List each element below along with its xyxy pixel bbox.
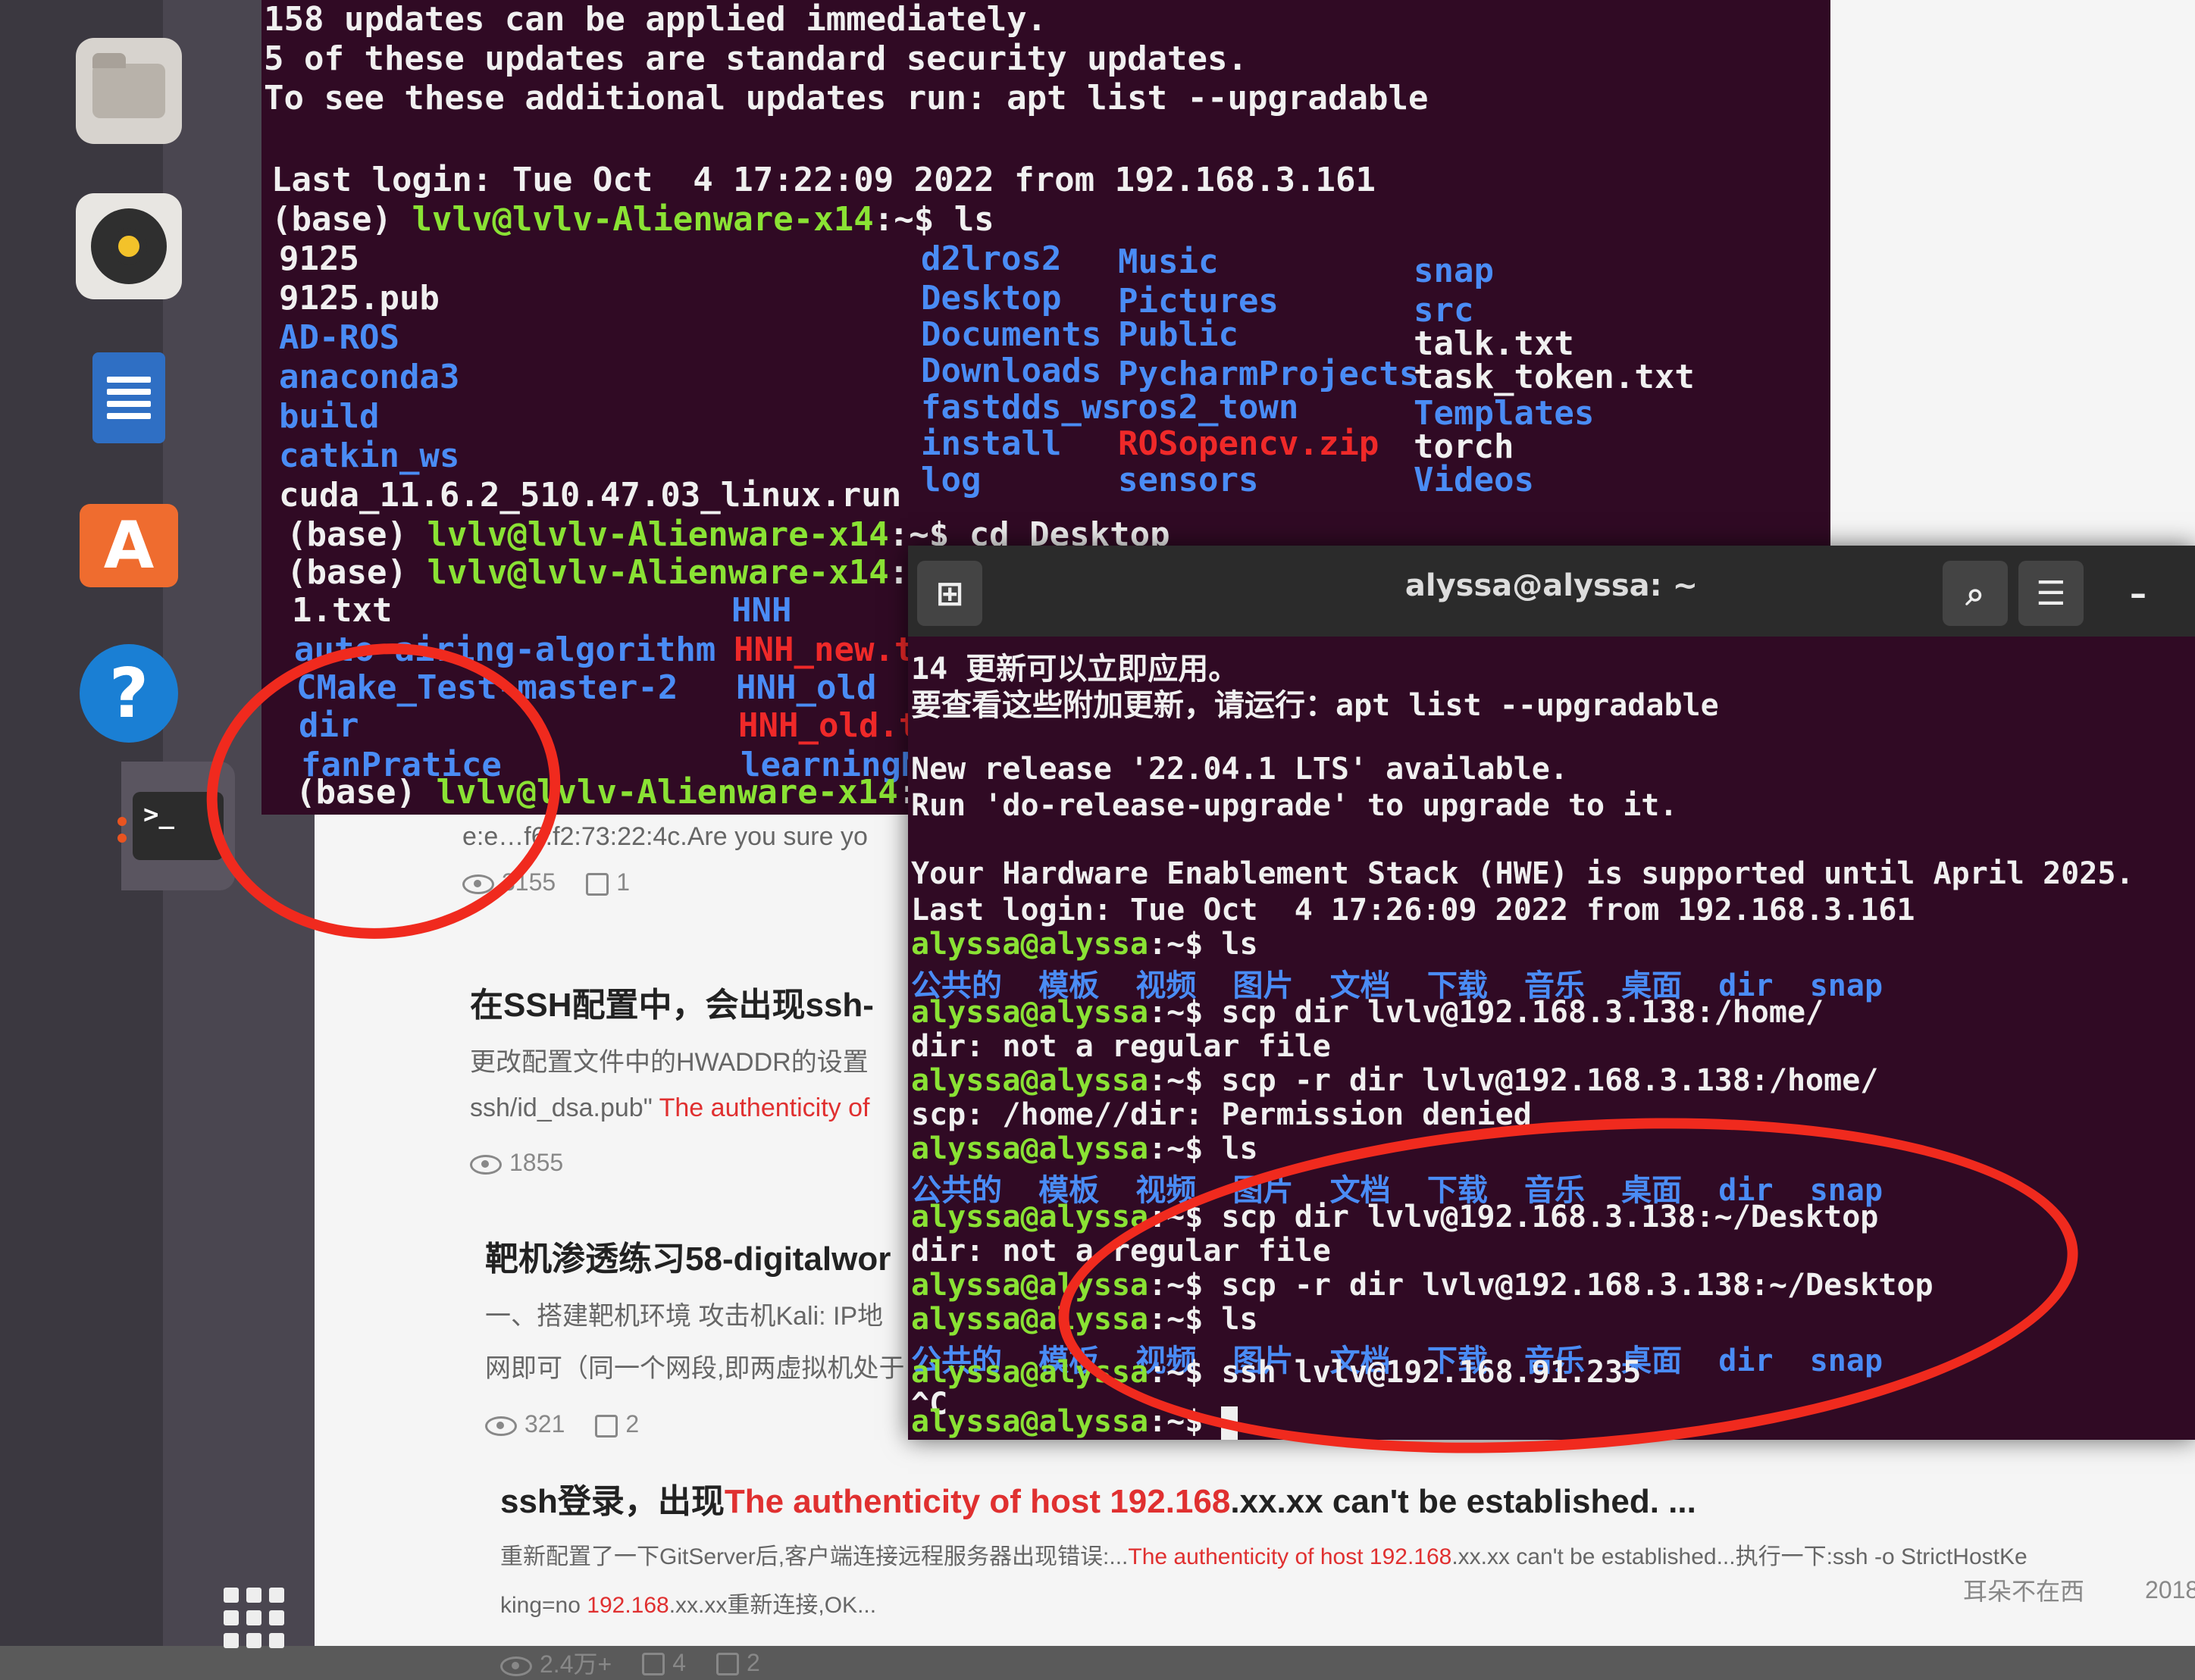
ls-entry: AD-ROS (279, 318, 399, 357)
comment-icon (715, 1653, 739, 1676)
files-icon[interactable] (76, 38, 182, 144)
terminal-line: Last login: Tue Oct 4 17:26:09 2022 from… (911, 893, 1915, 928)
terminal-line: alyssa@alyssa:~$ scp -r dir lvlv@192.168… (911, 1063, 1879, 1098)
ls-entry: d2lros2 (921, 239, 1062, 278)
minimize-icon: – (2130, 574, 2146, 613)
ls-entry: HNH_old (736, 668, 877, 707)
ls-entry: Downloads (921, 352, 1102, 390)
ls-entry: log (921, 461, 982, 499)
ls-entry: fastdds_ws (921, 388, 1122, 427)
ls-entry: install (921, 424, 1062, 463)
menu-button[interactable]: ☰ (2018, 561, 2084, 626)
search-button[interactable]: ⌕ (1943, 561, 2008, 626)
terminal-line: alyssa@alyssa:~$ ls (911, 1131, 1258, 1166)
prompt-line: (base) lvlv@lvlv-Alienware-x14:~$ ls (271, 200, 994, 239)
minimize-button[interactable]: – (2106, 561, 2171, 626)
prompt-line: (base) lvlv@lvlv-Alienware-x14:~ (287, 553, 929, 592)
thumbs-up-icon (642, 1653, 665, 1676)
comment-count[interactable]: 2 (715, 1649, 760, 1677)
help-icon[interactable]: ? (76, 640, 182, 746)
terminal-line: Your Hardware Enablement Stack (HWE) is … (911, 856, 2134, 891)
ls-entry: catkin_ws (279, 436, 460, 475)
terminal-titlebar[interactable]: ⊞ alyssa@alyssa: ~ ⌕ ☰ – (908, 546, 2195, 637)
ls-entry: Desktop (921, 279, 1062, 318)
search-icon: ⌕ (1965, 574, 1985, 613)
terminal-line: alyssa@alyssa:~$ ls (911, 927, 1258, 962)
view-count: 1855 (470, 1149, 563, 1177)
article-author[interactable]: 耳朵不在西 (1963, 1572, 2084, 1607)
ls-entry: Videos (1414, 461, 1534, 499)
rhythmbox-icon[interactable] (76, 193, 182, 299)
ls-entry: ros2_town (1118, 388, 1299, 427)
writer-icon[interactable] (76, 345, 182, 451)
view-count: 2.4万+ (500, 1645, 612, 1680)
article-title[interactable]: ssh登录，出现The authenticity of host 192.168… (500, 1474, 2027, 1522)
eye-icon (485, 1416, 517, 1436)
ls-entry: anaconda3 (279, 358, 460, 396)
ls-entry: 1.txt (292, 591, 393, 630)
ls-entry: HNH_new.t (734, 630, 915, 669)
eye-icon (500, 1656, 532, 1676)
hamburger-menu-icon: ☰ (2036, 574, 2066, 613)
thumbs-up-icon (595, 1414, 618, 1438)
ls-entry: sensors (1118, 461, 1259, 499)
ls-entry: 9125.pub (279, 279, 440, 318)
ls-entry: snap (1414, 252, 1494, 290)
ls-entry: cuda_11.6.2_510.47.03_linux.run (279, 476, 902, 515)
article-date: 2018 (2145, 1575, 2195, 1603)
terminal-line: Run 'do-release-upgrade' to upgrade to i… (911, 788, 1678, 823)
thumbs-up-icon (586, 872, 609, 896)
ls-entry: HNH (731, 591, 792, 630)
like-count[interactable]: 2 (595, 1410, 639, 1438)
ls-entry: 9125 (279, 239, 359, 278)
terminal-line: 要查看这些附加更新，请运行：apt list --upgradable (911, 688, 1719, 723)
article-card[interactable]: 靶机渗透练习58-digitalwor 一、搭建靶机环境 攻击机Kali: IP… (485, 1231, 904, 1438)
terminal-line: scp: /home//dir: Permission denied (911, 1097, 1532, 1132)
running-indicator (117, 834, 127, 843)
article-title[interactable]: 在SSH配置中，会出现ssh- (470, 978, 874, 1026)
ls-entry: build (279, 397, 380, 436)
ls-entry: Documents (921, 315, 1102, 354)
terminal-line: alyssa@alyssa:~$ scp dir lvlv@192.168.3.… (911, 995, 1824, 1030)
like-count[interactable]: 4 (642, 1649, 686, 1677)
article-card[interactable]: 在SSH配置中，会出现ssh- 更改配置文件中的HWADDR的设置 ssh/id… (470, 978, 874, 1177)
ls-entry: Public (1118, 315, 1238, 354)
ls-entry: task_token.txt (1414, 358, 1695, 396)
ls-entry: ROSopencv.zip (1118, 424, 1379, 463)
show-apps-icon[interactable] (224, 1588, 287, 1648)
like-count[interactable]: 1 (586, 868, 630, 896)
eye-icon (470, 1154, 502, 1175)
ls-entry: HNH_old.t (738, 706, 919, 745)
running-indicator (117, 817, 127, 826)
terminal-line: New release '22.04.1 LTS' available. (911, 752, 1568, 787)
article-title[interactable]: 靶机渗透练习58-digitalwor (485, 1231, 904, 1280)
software-icon[interactable]: A (76, 493, 182, 599)
article-card[interactable]: ssh登录，出现The authenticity of host 192.168… (500, 1474, 2027, 1680)
ls-entry: Music (1118, 242, 1219, 281)
terminal-line: dir: not a regular file (911, 1029, 1331, 1064)
view-count: 321 (485, 1410, 565, 1438)
